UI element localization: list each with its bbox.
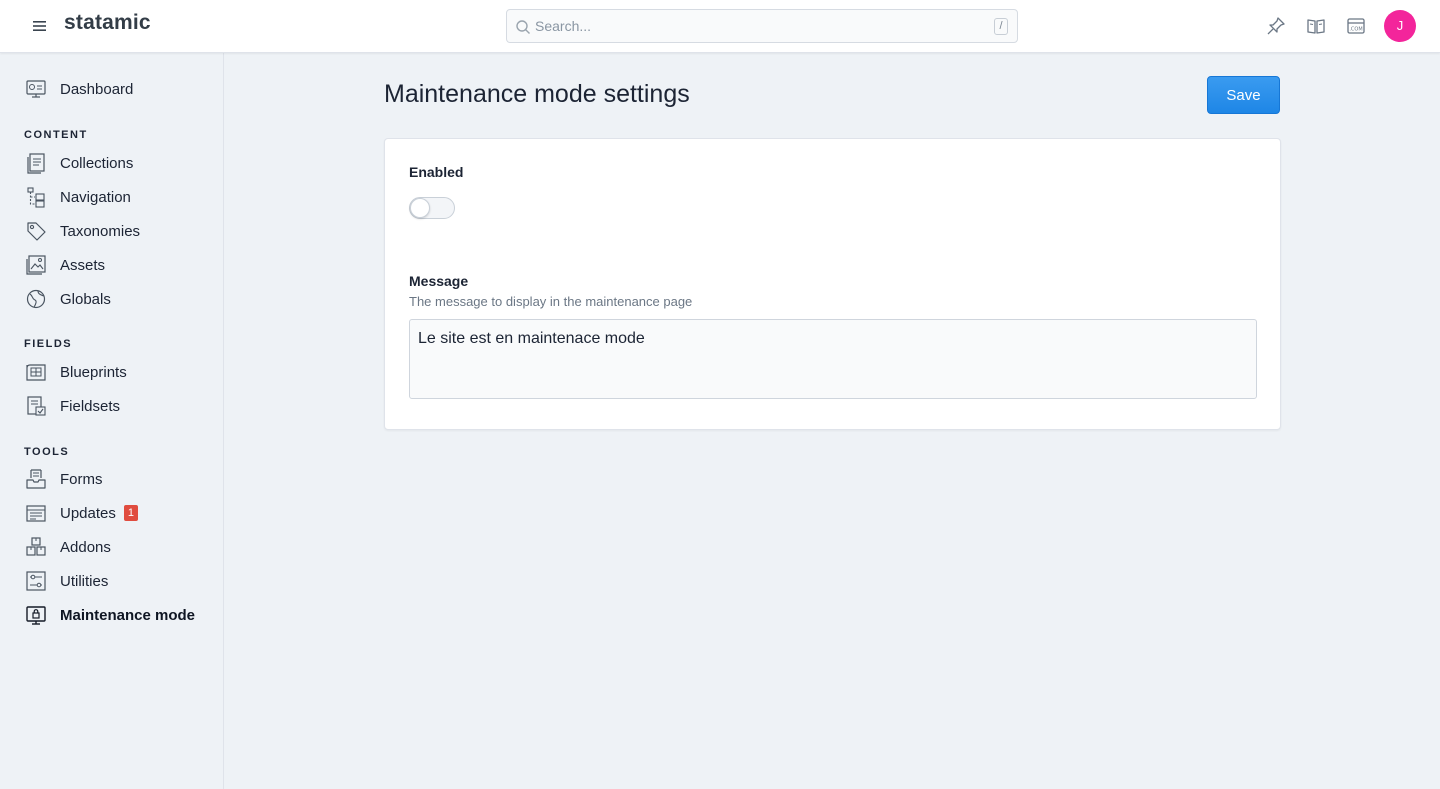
sidebar-item-label: Forms bbox=[60, 470, 103, 488]
sidebar-item-label: Addons bbox=[60, 538, 111, 556]
sidebar-item-label: Taxonomies bbox=[60, 222, 141, 240]
sidebar-item-label: Collections bbox=[60, 154, 134, 172]
sidebar-item-taxonomies[interactable]: Taxonomies bbox=[24, 217, 214, 245]
navigation-icon bbox=[24, 185, 48, 209]
sidebar-item-maintenance-mode[interactable]: Maintenance mode bbox=[24, 601, 214, 629]
sidebar-item-label: Blueprints bbox=[60, 363, 127, 381]
search-icon bbox=[516, 20, 530, 34]
save-button[interactable]: Save bbox=[1207, 76, 1280, 114]
forms-icon bbox=[24, 467, 48, 491]
message-textarea[interactable]: Le site est en maintenace mode bbox=[409, 319, 1257, 399]
sidebar-item-utilities[interactable]: Utilities bbox=[24, 567, 214, 595]
user-avatar[interactable]: J bbox=[1384, 10, 1416, 42]
collections-icon bbox=[24, 151, 48, 175]
dashboard-icon bbox=[24, 77, 48, 101]
sidebar-item-label: Globals bbox=[60, 290, 111, 308]
updates-icon bbox=[24, 501, 48, 525]
search-shortcut-hint: / bbox=[994, 18, 1008, 35]
sidebar-item-dashboard[interactable]: Dashboard bbox=[24, 75, 214, 103]
sidebar-item-label: Utilities bbox=[60, 572, 109, 590]
sidebar-item-navigation[interactable]: Navigation bbox=[24, 183, 214, 211]
sidebar-item-addons[interactable]: Addons bbox=[24, 533, 214, 561]
sidebar-item-updates[interactable]: Updates 1 bbox=[24, 499, 214, 527]
pin-icon[interactable] bbox=[1265, 15, 1287, 37]
enabled-toggle[interactable] bbox=[409, 197, 455, 219]
sidebar-item-blueprints[interactable]: Blueprints bbox=[24, 358, 214, 386]
fieldsets-icon bbox=[24, 394, 48, 418]
hamburger-menu-icon[interactable] bbox=[30, 18, 50, 34]
sidebar-item-label: Fieldsets bbox=[60, 397, 121, 415]
settings-card: Enabled Message The message to display i… bbox=[384, 138, 1281, 430]
svg-text:.COM: .COM bbox=[1349, 27, 1362, 33]
toggle-knob bbox=[410, 198, 430, 218]
assets-icon bbox=[24, 253, 48, 277]
tag-icon bbox=[24, 219, 48, 243]
page-title: Maintenance mode settings bbox=[384, 80, 690, 108]
updates-count-badge: 1 bbox=[123, 505, 138, 521]
sidebar-item-label: Updates bbox=[60, 504, 116, 522]
sidebar-section-tools: TOOLS bbox=[24, 446, 70, 458]
sidebar-item-label: Navigation bbox=[60, 188, 131, 206]
globe-icon bbox=[24, 287, 48, 311]
blueprints-icon bbox=[24, 360, 48, 384]
sidebar-item-forms[interactable]: Forms bbox=[24, 465, 214, 493]
sidebar-item-globals[interactable]: Globals bbox=[24, 285, 214, 313]
docs-book-icon[interactable] bbox=[1305, 15, 1327, 37]
sidebar-item-assets[interactable]: Assets bbox=[24, 251, 214, 279]
sidebar-item-label: Dashboard bbox=[60, 80, 134, 98]
search-input[interactable] bbox=[535, 10, 985, 42]
message-label: Message bbox=[409, 273, 469, 289]
maintenance-icon bbox=[24, 603, 48, 627]
sidebar-item-label: Assets bbox=[60, 256, 106, 274]
sidebar-item-fieldsets[interactable]: Fieldsets bbox=[24, 392, 214, 420]
addons-icon bbox=[24, 535, 48, 559]
sidebar-item-collections[interactable]: Collections bbox=[24, 149, 214, 177]
brand-logo[interactable]: statamic bbox=[64, 11, 151, 35]
global-search[interactable]: / bbox=[506, 9, 1018, 43]
sidebar-item-label: Maintenance mode bbox=[60, 606, 196, 624]
top-bar: statamic / .COM J bbox=[0, 0, 1440, 53]
sidebar-section-fields: FIELDS bbox=[24, 338, 73, 350]
enabled-label: Enabled bbox=[409, 164, 464, 180]
message-help-text: The message to display in the maintenanc… bbox=[409, 294, 693, 309]
utilities-icon bbox=[24, 569, 48, 593]
dotcom-icon[interactable]: .COM bbox=[1345, 15, 1367, 37]
sidebar: Dashboard CONTENT Collections Navigation… bbox=[0, 53, 224, 789]
sidebar-section-content: CONTENT bbox=[24, 129, 88, 141]
